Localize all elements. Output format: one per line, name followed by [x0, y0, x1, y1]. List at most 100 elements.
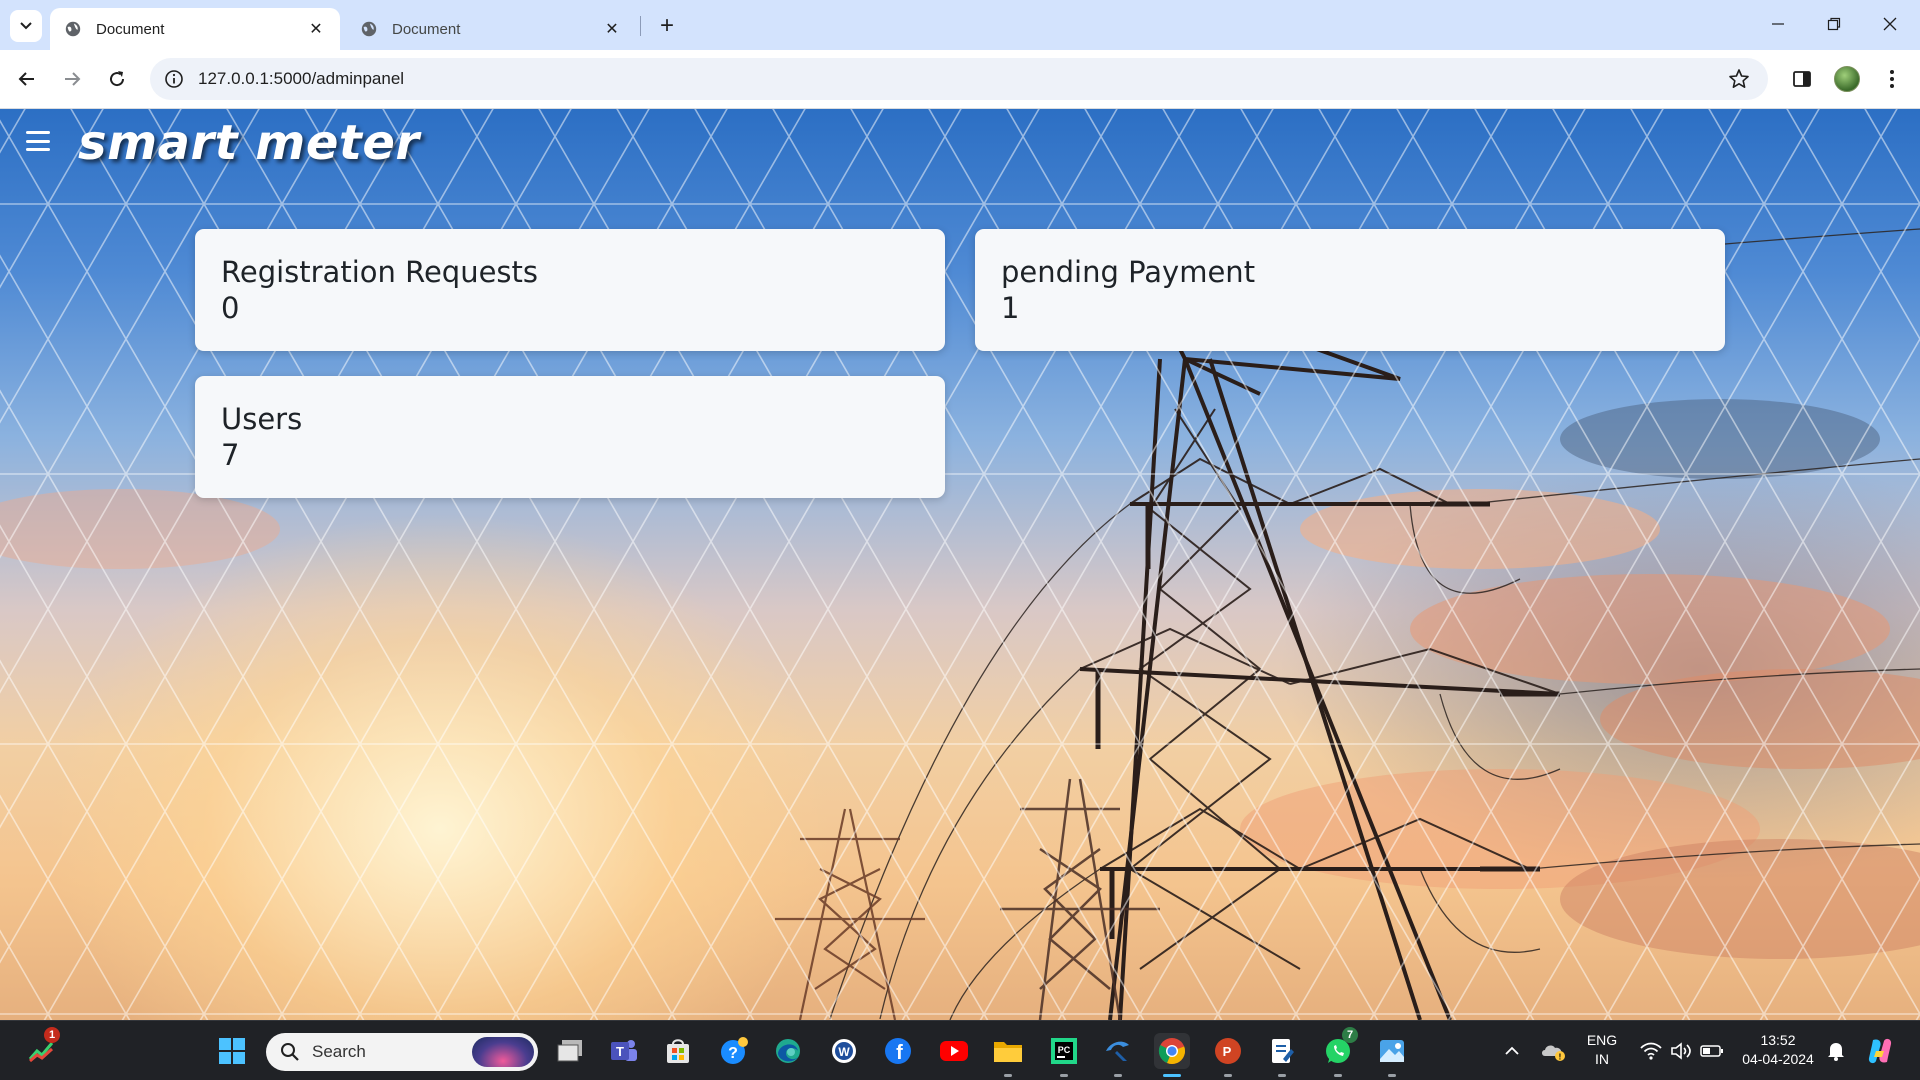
svg-text:P: P	[1223, 1044, 1232, 1059]
folder-icon	[994, 1042, 1022, 1062]
windows-taskbar: 1 Search T ? W f PC P 7 ! ENG IN 13:52 0…	[0, 1020, 1920, 1080]
hamburger-menu-icon[interactable]	[24, 127, 52, 155]
task-view-button[interactable]	[552, 1033, 588, 1069]
svg-text:!: !	[1559, 1053, 1562, 1062]
photos-icon	[1380, 1040, 1404, 1062]
notepad-icon	[1272, 1039, 1294, 1063]
running-indicator	[1060, 1074, 1068, 1077]
search-icon	[281, 1043, 299, 1061]
windows-logo-icon	[219, 1038, 245, 1064]
chrome-button[interactable]	[1154, 1033, 1190, 1077]
help-icon: ?	[721, 1037, 748, 1064]
tab-document-active[interactable]: Document ✕	[50, 8, 340, 50]
reload-button[interactable]	[100, 62, 134, 96]
minimize-button[interactable]	[1750, 0, 1806, 48]
pycharm-button[interactable]: PC	[1046, 1033, 1082, 1077]
globe-icon	[65, 21, 81, 37]
copilot-icon	[1868, 1038, 1892, 1064]
task-view-icon	[557, 1040, 582, 1062]
tab-document[interactable]: Document ✕	[346, 8, 636, 50]
avatar	[1834, 66, 1860, 92]
svg-text:PC: PC	[1058, 1045, 1071, 1055]
notification-badge: 7	[1342, 1027, 1358, 1043]
arrow-right-icon	[65, 72, 81, 86]
file-explorer-button[interactable]	[990, 1033, 1026, 1077]
input-language-indicator[interactable]: ENG IN	[1578, 1031, 1626, 1069]
running-indicator	[1163, 1074, 1181, 1077]
wifi-icon	[1640, 1042, 1662, 1060]
new-tab-button[interactable]: +	[652, 11, 682, 41]
widgets-button[interactable]: 1	[24, 1027, 60, 1069]
card-value: 7	[221, 437, 240, 472]
word-app-button[interactable]: W	[826, 1033, 862, 1069]
youtube-button[interactable]	[936, 1033, 972, 1069]
app-arrow-button[interactable]	[1100, 1033, 1136, 1077]
card-title: pending Payment	[1001, 255, 1256, 289]
arrow-app-icon	[1106, 1041, 1129, 1061]
running-indicator	[1114, 1074, 1122, 1077]
running-indicator	[1224, 1074, 1232, 1077]
copilot-button[interactable]	[1862, 1033, 1898, 1069]
whatsapp-button[interactable]: 7	[1320, 1027, 1358, 1077]
running-indicator	[1004, 1074, 1012, 1077]
close-window-button[interactable]	[1862, 0, 1918, 48]
app-brand-title: smart meter	[78, 115, 420, 171]
back-button[interactable]	[10, 62, 44, 96]
close-tab-icon[interactable]: ✕	[602, 19, 622, 39]
quick-settings-button[interactable]	[1632, 1033, 1732, 1069]
language-text: ENG	[1586, 1032, 1618, 1048]
globe-icon	[361, 21, 377, 37]
users-card[interactable]: Users 7	[195, 376, 945, 498]
pending-payment-card[interactable]: pending Payment 1	[975, 229, 1725, 351]
site-info-icon[interactable]	[164, 69, 184, 89]
address-bar[interactable]: 127.0.0.1:5000/adminpanel	[150, 58, 1768, 100]
clock-time: 13:52	[1760, 1032, 1796, 1048]
url-text[interactable]: 127.0.0.1:5000/adminpanel	[198, 69, 404, 89]
region-text: IN	[1595, 1051, 1609, 1067]
reload-icon	[110, 71, 125, 87]
show-hidden-icons-button[interactable]	[1494, 1033, 1530, 1069]
onedrive-button[interactable]: !	[1536, 1033, 1572, 1069]
tab-title: Document	[392, 20, 461, 38]
registration-requests-card[interactable]: Registration Requests 0	[195, 229, 945, 351]
volume-icon	[1671, 1042, 1691, 1060]
tab-search-button[interactable]	[10, 10, 42, 42]
running-indicator	[1388, 1074, 1396, 1077]
card-title: Users	[221, 402, 303, 436]
close-tab-icon[interactable]: ✕	[306, 19, 326, 39]
teams-button[interactable]: T	[606, 1033, 642, 1069]
store-icon	[667, 1039, 689, 1063]
store-button[interactable]	[660, 1033, 696, 1069]
tab-title: Document	[96, 20, 165, 38]
search-highlight-image	[472, 1037, 534, 1067]
clock[interactable]: 13:52 04-04-2024	[1732, 1031, 1824, 1069]
powerpoint-icon: P	[1215, 1038, 1241, 1064]
photos-button[interactable]	[1374, 1033, 1410, 1077]
youtube-icon	[940, 1041, 968, 1061]
profile-button[interactable]	[1830, 62, 1864, 96]
start-button[interactable]	[214, 1033, 250, 1069]
tab-separator	[640, 16, 641, 36]
powerpoint-button[interactable]: P	[1210, 1033, 1246, 1077]
side-panel-button[interactable]	[1785, 62, 1819, 96]
clock-date: 04-04-2024	[1742, 1051, 1814, 1067]
bookmark-star-icon[interactable]	[1728, 68, 1750, 90]
get-help-button[interactable]: ?	[716, 1033, 752, 1069]
battery-icon	[1700, 1045, 1723, 1057]
edge-button[interactable]	[770, 1033, 806, 1069]
browser-tab-strip: Document ✕ Document ✕ +	[0, 0, 1920, 50]
bell-icon	[1828, 1043, 1844, 1061]
notepad-button[interactable]	[1264, 1033, 1300, 1077]
restore-button[interactable]	[1806, 0, 1862, 48]
notifications-button[interactable]	[1818, 1033, 1854, 1069]
side-panel-icon	[1793, 71, 1811, 87]
forward-button[interactable]	[55, 62, 89, 96]
running-indicator	[1278, 1074, 1286, 1077]
svg-text:f: f	[896, 1042, 903, 1064]
taskbar-search-box[interactable]: Search	[266, 1033, 538, 1071]
card-title: Registration Requests	[221, 255, 539, 289]
facebook-button[interactable]: f	[880, 1033, 916, 1069]
word-icon: W	[832, 1039, 856, 1063]
browser-menu-button[interactable]	[1875, 62, 1909, 96]
chevron-up-icon	[1505, 1046, 1519, 1055]
